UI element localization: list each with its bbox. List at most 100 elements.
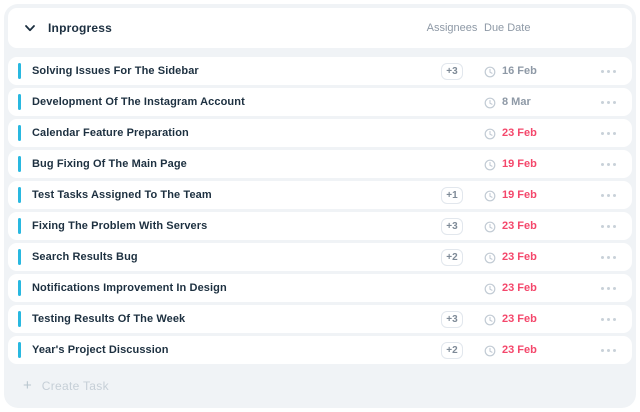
row-menu-button[interactable] [570,317,616,321]
row-menu-button[interactable] [570,193,616,197]
ellipsis-dot [613,317,616,321]
row-menu-button[interactable] [570,162,616,166]
ellipsis-dot [601,348,604,352]
row-menu-button[interactable] [570,255,616,259]
task-accent-bar [18,125,21,141]
group-header: Inprogress Assignees Due Date [8,8,632,48]
due-date-cell: 23 Feb [484,127,570,140]
due-date-text: 23 Feb [502,251,537,263]
task-accent-bar [18,280,21,296]
clock-icon [484,344,496,357]
due-date-cell: 23 Feb [484,282,570,295]
ellipsis-dot [601,162,604,166]
ellipsis-dot [601,224,604,228]
ellipsis-dot [607,348,610,352]
ellipsis-dot [607,131,610,135]
task-title: Calendar Feature Preparation [32,127,189,139]
ellipsis-dot [613,162,616,166]
task-accent-bar [18,218,21,234]
task-row[interactable]: Testing Results Of The Week +3 23 Feb [8,305,632,333]
ellipsis-dot [601,317,604,321]
assignee-count-badge[interactable]: +1 [441,186,463,204]
task-row[interactable]: Solving Issues For The Sidebar +3 16 Feb [8,57,632,85]
task-board-panel: Inprogress Assignees Due Date Solving Is… [4,4,636,408]
task-title: Year's Project Discussion [32,344,169,356]
clock-icon [484,251,496,264]
task-row[interactable]: Bug Fixing Of The Main Page 19 Feb [8,150,632,178]
due-date-cell: 16 Feb [484,65,570,78]
task-list: Solving Issues For The Sidebar +3 16 Feb [8,57,632,364]
ellipsis-dot [613,193,616,197]
ellipsis-dot [607,255,610,259]
ellipsis-dot [613,100,616,104]
due-date-column-header: Due Date [484,22,531,34]
task-row[interactable]: Year's Project Discussion +2 23 Feb [8,336,632,364]
ellipsis-dot [607,193,610,197]
clock-icon [484,220,496,233]
assignee-count-badge[interactable]: +2 [441,248,463,266]
row-menu-button[interactable] [570,224,616,228]
due-date-cell: 23 Feb [484,313,570,326]
clock-icon [484,158,496,171]
ellipsis-dot [607,224,610,228]
task-row[interactable]: Search Results Bug +2 23 Feb [8,243,632,271]
ellipsis-dot [607,317,610,321]
task-title: Development Of The Instagram Account [32,96,245,108]
create-task-button[interactable]: + Create Task [8,367,632,393]
row-menu-button[interactable] [570,100,616,104]
task-row[interactable]: Notifications Improvement In Design 23 F… [8,274,632,302]
group-title[interactable]: Inprogress [48,21,112,35]
task-accent-bar [18,94,21,110]
assignees-column-header: Assignees [426,22,478,34]
task-row[interactable]: Development Of The Instagram Account 8 M… [8,88,632,116]
row-menu-button[interactable] [570,286,616,290]
clock-icon [484,282,496,295]
task-row[interactable]: Fixing The Problem With Servers +3 23 Fe… [8,212,632,240]
ellipsis-dot [601,193,604,197]
due-date-text: 23 Feb [502,313,537,325]
ellipsis-dot [607,286,610,290]
due-date-cell: 23 Feb [484,220,570,233]
clock-icon [484,189,496,202]
task-accent-bar [18,311,21,327]
task-row[interactable]: Test Tasks Assigned To The Team +1 19 Fe… [8,181,632,209]
clock-icon [484,96,496,109]
due-date-text: 8 Mar [502,96,531,108]
ellipsis-dot [601,131,604,135]
task-accent-bar [18,63,21,79]
task-title: Testing Results Of The Week [32,313,186,325]
ellipsis-dot [601,286,604,290]
row-menu-button[interactable] [570,69,616,73]
task-row[interactable]: Calendar Feature Preparation 23 Feb [8,119,632,147]
due-date-text: 19 Feb [502,189,537,201]
task-title: Search Results Bug [32,251,138,263]
due-date-text: 23 Feb [502,127,537,139]
ellipsis-dot [613,348,616,352]
assignee-count-badge[interactable]: +3 [441,62,463,80]
row-menu-button[interactable] [570,131,616,135]
assignee-count-badge[interactable]: +2 [441,341,463,359]
due-date-text: 23 Feb [502,344,537,356]
row-menu-button[interactable] [570,348,616,352]
due-date-cell: 23 Feb [484,344,570,357]
ellipsis-dot [601,100,604,104]
task-accent-bar [18,249,21,265]
ellipsis-dot [613,131,616,135]
plus-icon: + [23,377,32,394]
due-date-text: 23 Feb [502,220,537,232]
ellipsis-dot [613,255,616,259]
task-title: Fixing The Problem With Servers [32,220,208,232]
task-title: Test Tasks Assigned To The Team [32,189,212,201]
ellipsis-dot [613,224,616,228]
task-accent-bar [18,342,21,358]
clock-icon [484,313,496,326]
due-date-cell: 8 Mar [484,96,570,109]
task-title: Solving Issues For The Sidebar [32,65,199,77]
due-date-text: 23 Feb [502,282,537,294]
due-date-text: 19 Feb [502,158,537,170]
assignee-count-badge[interactable]: +3 [441,217,463,235]
clock-icon [484,127,496,140]
chevron-down-icon[interactable] [24,22,36,34]
assignee-count-badge[interactable]: +3 [441,310,463,328]
ellipsis-dot [607,69,610,73]
